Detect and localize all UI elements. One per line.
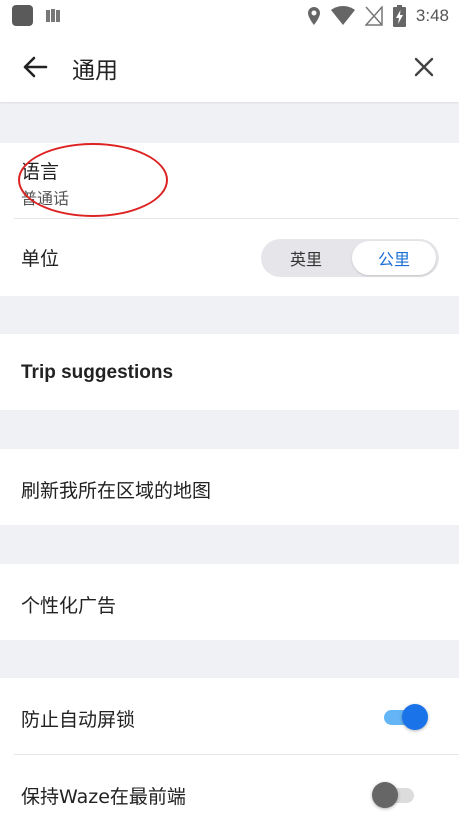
- status-icons: 3:48: [307, 4, 449, 28]
- units-option-km[interactable]: 公里: [352, 241, 436, 275]
- status-time: 3:48: [415, 6, 449, 25]
- no-sim-icon: [364, 6, 383, 26]
- section-toggles: 防止自动屏锁 保持Waze在最前端: [0, 678, 459, 816]
- app-bar: 通用: [0, 32, 459, 102]
- close-button[interactable]: [409, 52, 439, 82]
- prevent-autolock-row[interactable]: 防止自动屏锁: [0, 678, 459, 754]
- page-title: 通用: [72, 58, 118, 84]
- toggle-knob: [372, 782, 398, 808]
- location-icon: [307, 7, 320, 25]
- keep-on-top-label: 保持Waze在最前端: [21, 786, 186, 808]
- keep-on-top-toggle[interactable]: [372, 782, 418, 808]
- battery-charging-icon: [392, 5, 406, 27]
- units-option-miles[interactable]: 英里: [264, 241, 348, 275]
- refresh-map-row[interactable]: 刷新我所在区域的地图: [0, 449, 459, 525]
- prevent-autolock-label: 防止自动屏锁: [21, 709, 136, 731]
- personalized-ads-label: 个性化广告: [21, 595, 117, 617]
- units-label: 单位: [21, 248, 60, 270]
- refresh-map-label: 刷新我所在区域的地图: [21, 480, 212, 502]
- toggle-knob: [402, 704, 428, 730]
- units-segmented-control[interactable]: 英里 公里: [261, 239, 439, 277]
- trip-suggestions-label: Trip suggestions: [21, 362, 174, 383]
- personalized-ads-row[interactable]: 个性化广告: [0, 564, 459, 640]
- close-icon: [414, 57, 434, 77]
- back-button[interactable]: [18, 52, 52, 82]
- prevent-autolock-toggle[interactable]: [382, 704, 428, 730]
- keep-on-top-row[interactable]: 保持Waze在最前端: [0, 755, 459, 816]
- back-arrow-icon: [23, 56, 48, 78]
- status-bar: 3:48: [0, 0, 459, 32]
- notification-icon: [46, 9, 60, 22]
- highlight-ellipse: [18, 143, 168, 217]
- app-square-icon: [12, 5, 33, 26]
- wifi-icon: [330, 6, 355, 25]
- trip-suggestions-row[interactable]: Trip suggestions: [0, 334, 459, 410]
- units-row: 单位 英里 公里: [0, 219, 459, 296]
